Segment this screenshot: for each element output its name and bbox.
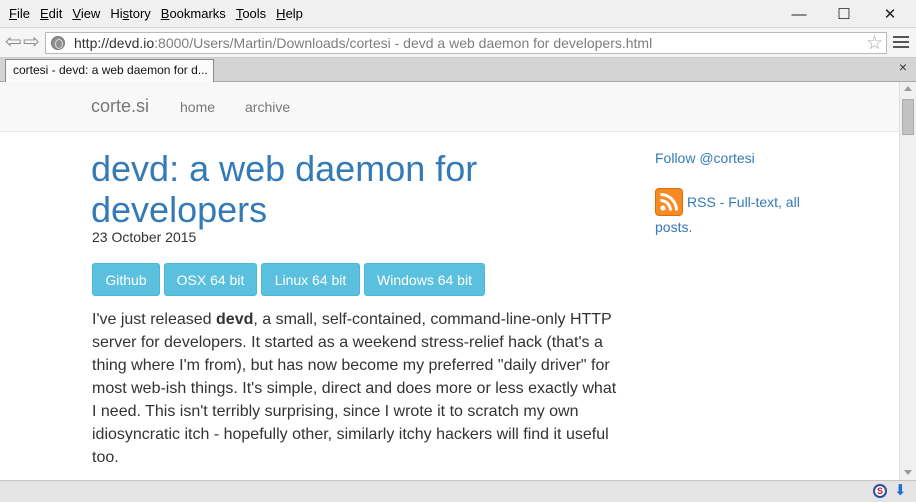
close-tab-icon[interactable]: × — [899, 59, 907, 75]
tab-bar: cortesi - devd: a web daemon for d... × — [0, 58, 916, 82]
post-body-rest: , a small, self-contained, command-line-… — [92, 311, 617, 466]
close-window-button[interactable]: ✕ — [867, 0, 913, 28]
menu-help[interactable]: Help — [271, 6, 308, 21]
menu-edit[interactable]: Edit — [35, 6, 67, 21]
url-path: :8000/Users/Martin/Downloads/cortesi - d… — [154, 35, 653, 51]
follow-twitter-link[interactable]: Follow @cortesi — [655, 150, 755, 166]
post-body-intro: I've just released — [92, 311, 217, 328]
page-viewport: corte.si home archive devd: a web daemon… — [0, 82, 899, 480]
addon-shield-icon[interactable]: S — [873, 484, 887, 498]
scroll-down-icon[interactable] — [904, 470, 912, 475]
nav-home[interactable]: home — [180, 99, 215, 115]
minimize-button[interactable]: — — [776, 0, 822, 28]
maximize-button[interactable]: ☐ — [821, 0, 867, 28]
linux-download-button[interactable]: Linux 64 bit — [261, 263, 360, 296]
menu-file[interactable]: File — [4, 6, 35, 21]
menu-hamburger-icon[interactable] — [893, 36, 909, 50]
tab-active[interactable]: cortesi - devd: a web daemon for d... — [5, 59, 214, 82]
site-brand[interactable]: corte.si — [91, 96, 149, 117]
post-body: I've just released devd, a small, self-c… — [92, 308, 622, 469]
post-title[interactable]: devd: a web daemon for developers — [91, 148, 561, 230]
github-button[interactable]: Github — [92, 263, 160, 296]
windows-download-button[interactable]: Windows 64 bit — [364, 263, 485, 296]
menu-tools[interactable]: Tools — [231, 6, 271, 21]
menu-items: File Edit View History Bookmarks Tools H… — [4, 0, 308, 26]
back-button[interactable]: ⇦ — [5, 31, 22, 53]
download-arrow-icon[interactable]: ⬇ — [894, 483, 907, 499]
devd-bold: devd — [216, 311, 254, 328]
forward-button[interactable]: ⇨ — [23, 31, 40, 53]
menu-bar: File Edit View History Bookmarks Tools H… — [0, 0, 916, 28]
url-text[interactable]: http://devd.io:8000/Users/Martin/Downloa… — [74, 35, 652, 51]
site-navbar: corte.si home archive — [0, 82, 899, 132]
menu-view[interactable]: View — [67, 6, 105, 21]
scroll-up-icon[interactable] — [904, 86, 912, 91]
url-host: http://devd.io — [74, 35, 155, 51]
bookmark-star-icon[interactable]: ☆ — [866, 32, 883, 55]
status-bar: S ⬇ — [0, 480, 916, 502]
navigation-toolbar: ⇦ ⇨ http://devd.io:8000/Users/Martin/Dow… — [0, 28, 916, 58]
nav-archive[interactable]: archive — [245, 99, 290, 115]
rss-link[interactable]: RSS - Full-text, all posts. — [655, 190, 825, 240]
globe-icon — [51, 36, 65, 50]
address-bar[interactable]: http://devd.io:8000/Users/Martin/Downloa… — [45, 32, 887, 54]
menu-bookmarks[interactable]: Bookmarks — [156, 6, 231, 21]
post-date: 23 October 2015 — [92, 229, 197, 245]
scroll-thumb[interactable] — [902, 99, 914, 135]
vertical-scrollbar[interactable] — [899, 82, 916, 480]
menu-history[interactable]: History — [105, 6, 155, 21]
osx-download-button[interactable]: OSX 64 bit — [164, 263, 257, 296]
